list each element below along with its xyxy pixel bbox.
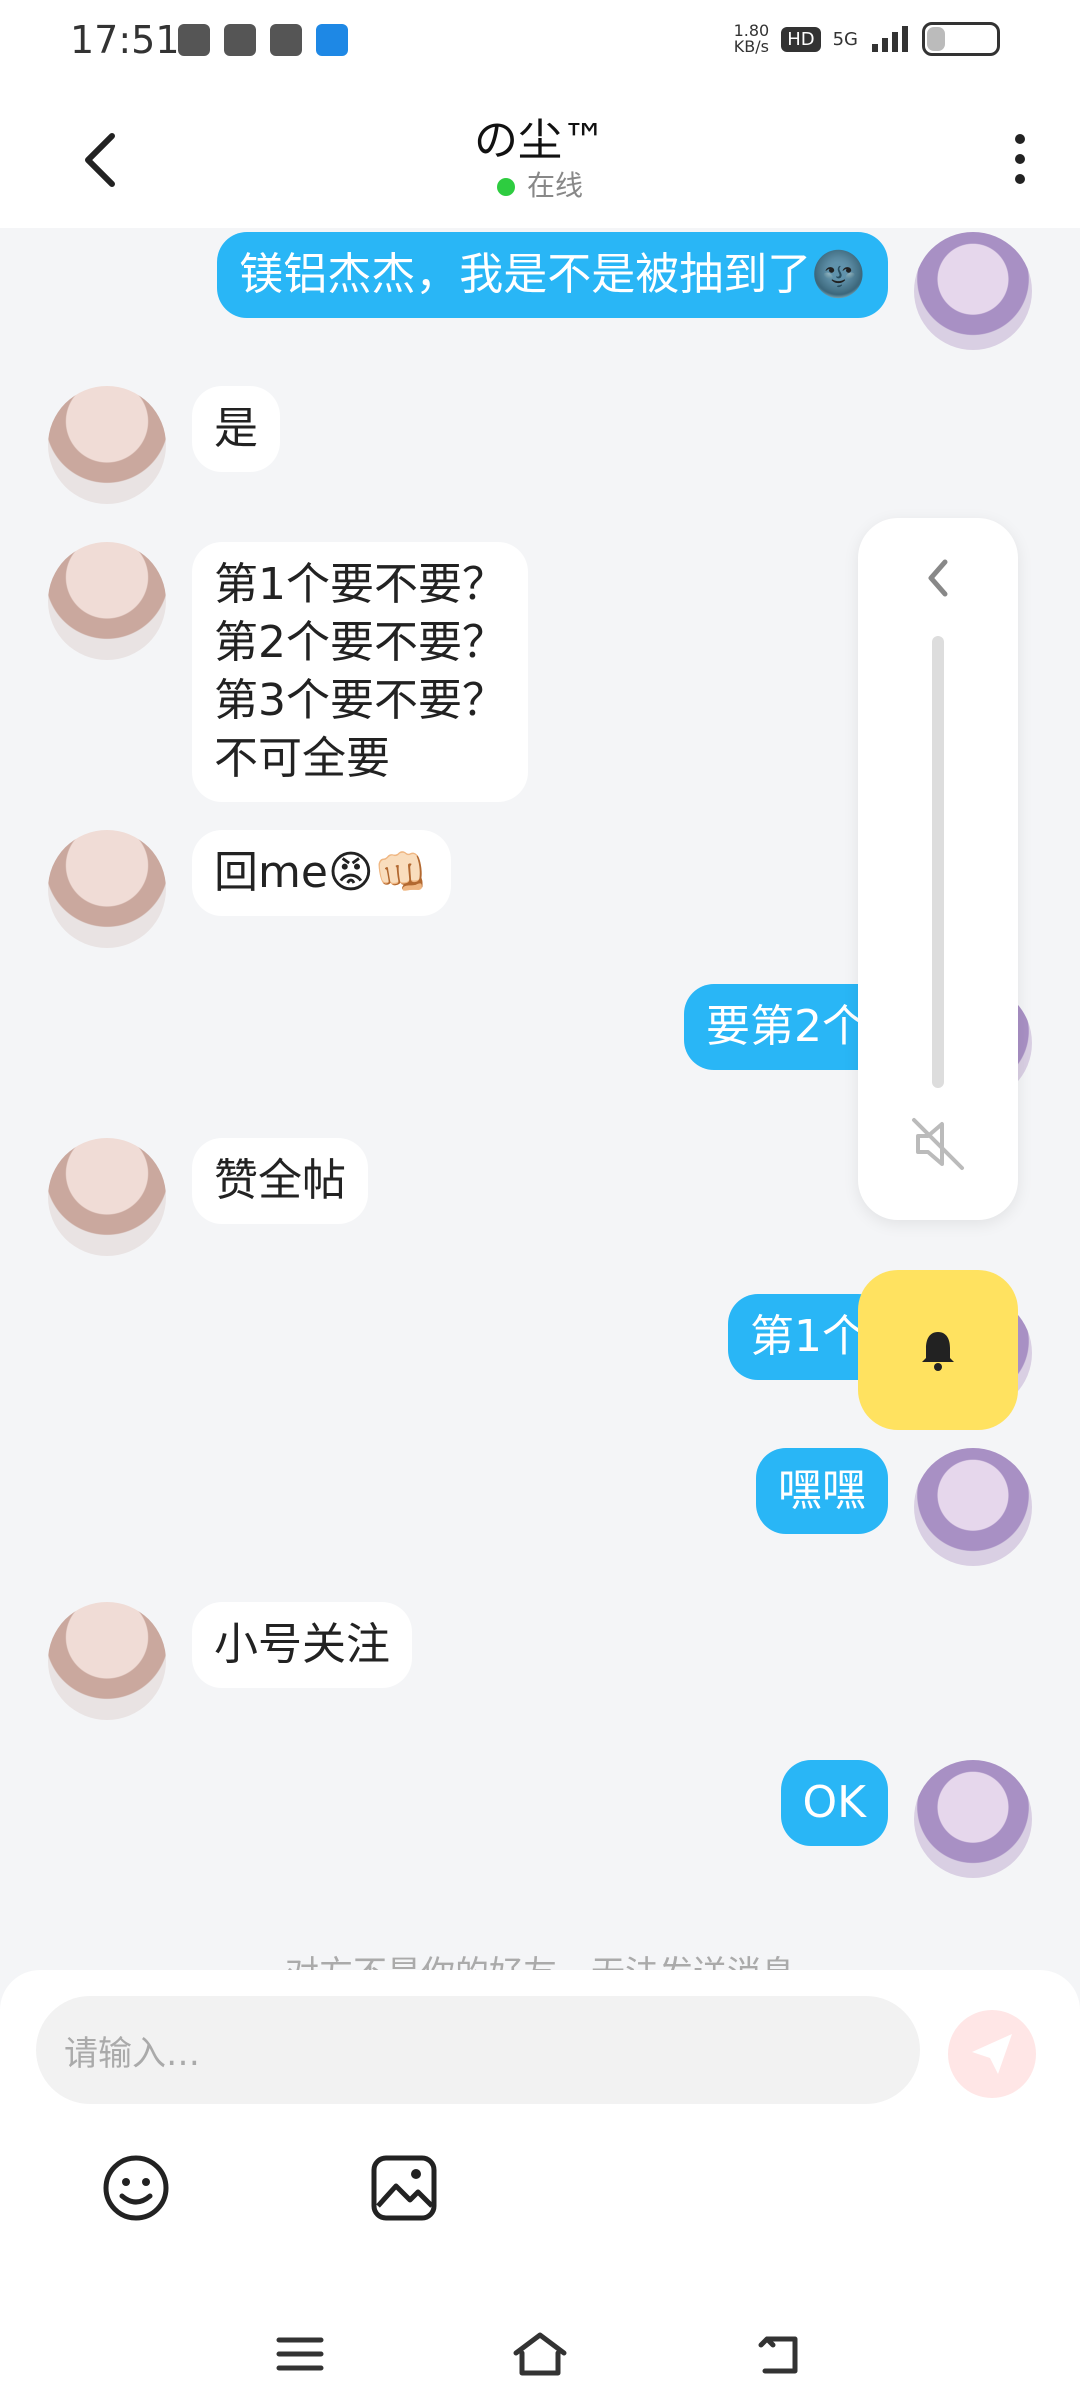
online-status: 在线 [0, 164, 1080, 204]
back-arrow-icon [758, 2336, 798, 2374]
message-input[interactable]: 请输入… [36, 1996, 920, 2104]
send-icon [972, 2034, 1012, 2074]
message-bubble[interactable]: 回me😡👊🏻 [192, 830, 451, 916]
app-notification-icon [316, 24, 348, 56]
chat-header: の尘™ 在线 [0, 84, 1080, 228]
chevron-left-icon [928, 559, 948, 597]
signal-icon [872, 26, 908, 52]
status-bar: 17:51 1.80 KB/s HD 5G 25 [0, 0, 1080, 84]
online-dot-icon [496, 178, 515, 196]
net-speed: 1.80 KB/s [733, 21, 770, 56]
message-bubble[interactable]: 是 [192, 386, 280, 472]
my-avatar[interactable] [914, 1760, 1032, 1878]
ring-mode-button[interactable] [858, 1270, 1018, 1430]
volume-panel[interactable] [858, 518, 1018, 1220]
home-button[interactable] [500, 2314, 580, 2394]
crown-icon [224, 24, 256, 56]
message-bubble[interactable]: 嘿嘿 [756, 1448, 888, 1534]
contact-avatar[interactable] [48, 386, 166, 504]
volume-collapse-button[interactable] [858, 548, 1018, 608]
battery-level: 25 [949, 28, 973, 49]
recent-apps-button[interactable] [260, 2314, 340, 2394]
message-bubble[interactable]: 赞全帖 [192, 1138, 368, 1224]
menu-icon [276, 2337, 324, 2371]
my-avatar[interactable] [914, 1448, 1032, 1566]
bell-icon [922, 1332, 954, 1371]
message-bubble[interactable]: 镁铝杰杰，我是不是被抽到了🌚 [217, 232, 888, 318]
message-bubble[interactable]: 小号关注 [192, 1602, 412, 1688]
my-avatar[interactable] [914, 232, 1032, 350]
message-input-placeholder: 请输入… [64, 2034, 200, 2074]
chat-title: の尘™ [474, 115, 606, 166]
notification-icons [178, 24, 348, 56]
contact-avatar[interactable] [48, 542, 166, 660]
network-type: 5G [832, 28, 858, 50]
system-back-button[interactable] [740, 2314, 820, 2394]
battery-icon: 25 [922, 22, 1000, 56]
calendar-icon [178, 24, 210, 56]
more-dots-icon [1015, 134, 1025, 144]
hd-badge: HD [781, 26, 821, 52]
more-button[interactable] [1000, 114, 1040, 204]
message-bubble[interactable]: OK [780, 1760, 888, 1846]
send-button[interactable] [948, 2010, 1036, 2098]
emoji-icon [103, 2155, 169, 2221]
contact-avatar[interactable] [48, 1602, 166, 1720]
status-time: 17:51 [70, 18, 180, 62]
volume-slider[interactable] [932, 636, 944, 1088]
contact-avatar[interactable] [48, 1138, 166, 1256]
message-bubble[interactable]: 第1个要不要？ 第2个要不要？ 第3个要不要？ 不可全要 [192, 542, 528, 802]
image-icon [371, 2155, 437, 2221]
contact-avatar[interactable] [48, 830, 166, 948]
mute-toggle[interactable] [902, 1108, 974, 1180]
emoji-button[interactable] [96, 2148, 176, 2228]
status-right: 1.80 KB/s HD 5G 25 [734, 22, 1000, 56]
system-nav-bar [0, 2300, 1080, 2408]
image-button[interactable] [364, 2148, 444, 2228]
home-icon [513, 2332, 567, 2376]
gauge-icon [270, 24, 302, 56]
speaker-muted-icon [912, 1118, 964, 1170]
